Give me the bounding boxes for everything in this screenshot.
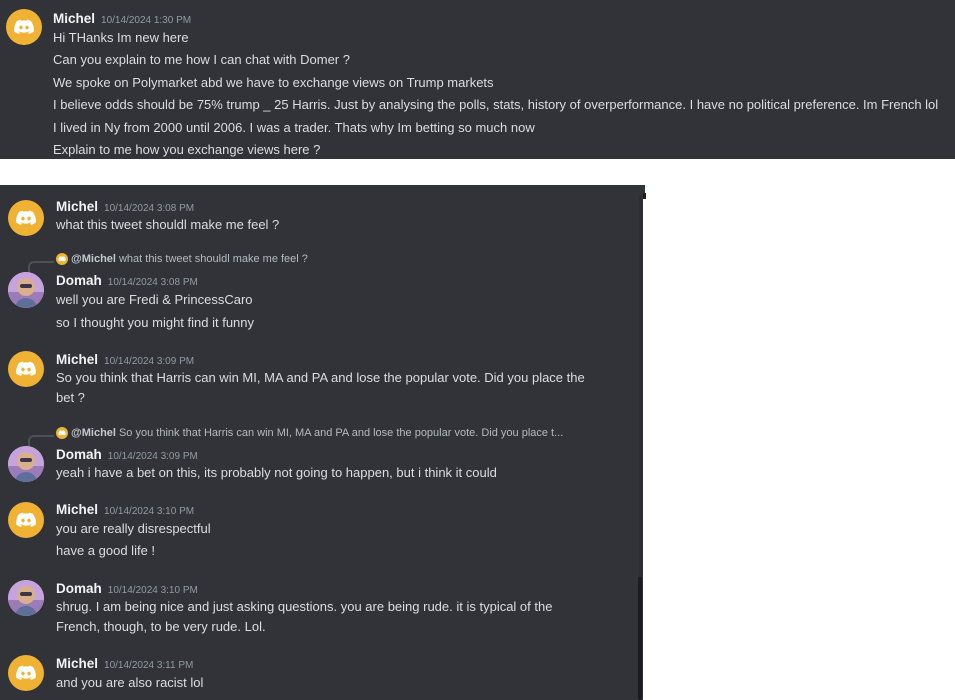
discord-logo-icon[interactable] — [8, 655, 44, 691]
message-line: you are really disrespectful — [56, 521, 211, 536]
message-line: what this tweet shouldl make me feel ? — [56, 217, 280, 232]
avatar[interactable] — [8, 446, 44, 482]
timestamp: 10/14/2024 3:10 PM — [104, 506, 195, 517]
author-name[interactable]: Michel — [53, 11, 95, 26]
author-name[interactable]: Michel — [56, 502, 98, 517]
discord-logo-icon[interactable] — [6, 9, 42, 45]
reply-user[interactable]: @Michel — [71, 253, 116, 265]
message-line: Can you explain to me how I can chat wit… — [53, 52, 350, 67]
discord-logo-icon[interactable] — [8, 200, 44, 236]
author-name[interactable]: Michel — [56, 352, 98, 367]
top-chat-panel: Michel 10/14/2024 1:30 PM Hi THanks Im ne… — [0, 0, 955, 159]
avatar[interactable] — [8, 272, 44, 308]
timestamp: 10/14/2024 1:30 PM — [101, 15, 192, 26]
message-line: I believe odds should be 75% trump _ 25 … — [53, 97, 939, 112]
timestamp: 10/14/2024 3:10 PM — [107, 585, 198, 596]
bottom-chat-panel: Michel 10/14/2024 3:08 PM what this tweet… — [0, 185, 643, 700]
message-line: yeah i have a bet on this, its probably … — [56, 465, 497, 480]
message-line: So you think that Harris can win MI, MA … — [56, 370, 585, 405]
reply-text: what this tweet shouldl make me feel ? — [118, 253, 308, 265]
message-line: and you are also racist lol — [56, 675, 204, 690]
timestamp: 10/14/2024 3:09 PM — [107, 451, 198, 462]
timestamp: 10/14/2024 3:11 PM — [104, 660, 194, 671]
discord-logo-icon[interactable] — [8, 351, 44, 387]
timestamp: 10/14/2024 3:08 PM — [104, 203, 195, 214]
timestamp: 10/14/2024 3:09 PM — [104, 356, 195, 367]
message-line: Explain to me how you exchange views her… — [53, 142, 321, 157]
message-line: shrug. I am being nice and just asking q… — [56, 599, 553, 634]
message-line: so I thought you might find it funny — [56, 315, 255, 330]
message-line: I lived in Ny from 2000 until 2006. I wa… — [53, 120, 535, 135]
panel-edge-mark — [643, 193, 646, 199]
scrollbar-thumb[interactable] — [638, 577, 642, 700]
author-name[interactable]: Domah — [56, 447, 102, 462]
author-name[interactable]: Michel — [56, 656, 98, 671]
timestamp: 10/14/2024 3:08 PM — [107, 277, 198, 288]
discord-logo-icon — [56, 253, 68, 265]
discord-logo-icon — [56, 427, 68, 439]
message-line: Hi THanks Im new here — [53, 30, 189, 45]
message-line: have a good life ! — [56, 543, 156, 558]
author-name[interactable]: Domah — [56, 581, 102, 596]
avatar[interactable] — [8, 580, 44, 616]
reply-text: So you think that Harris can win MI, MA … — [118, 427, 564, 439]
discord-logo-icon[interactable] — [8, 502, 44, 538]
author-name[interactable]: Domah — [56, 273, 102, 288]
message-line: We spoke on Polymarket abd we have to ex… — [53, 75, 494, 90]
reply-user[interactable]: @Michel — [71, 427, 116, 439]
author-name[interactable]: Michel — [56, 199, 98, 214]
message-line: well you are Fredi & PrincessCaro — [56, 292, 253, 307]
